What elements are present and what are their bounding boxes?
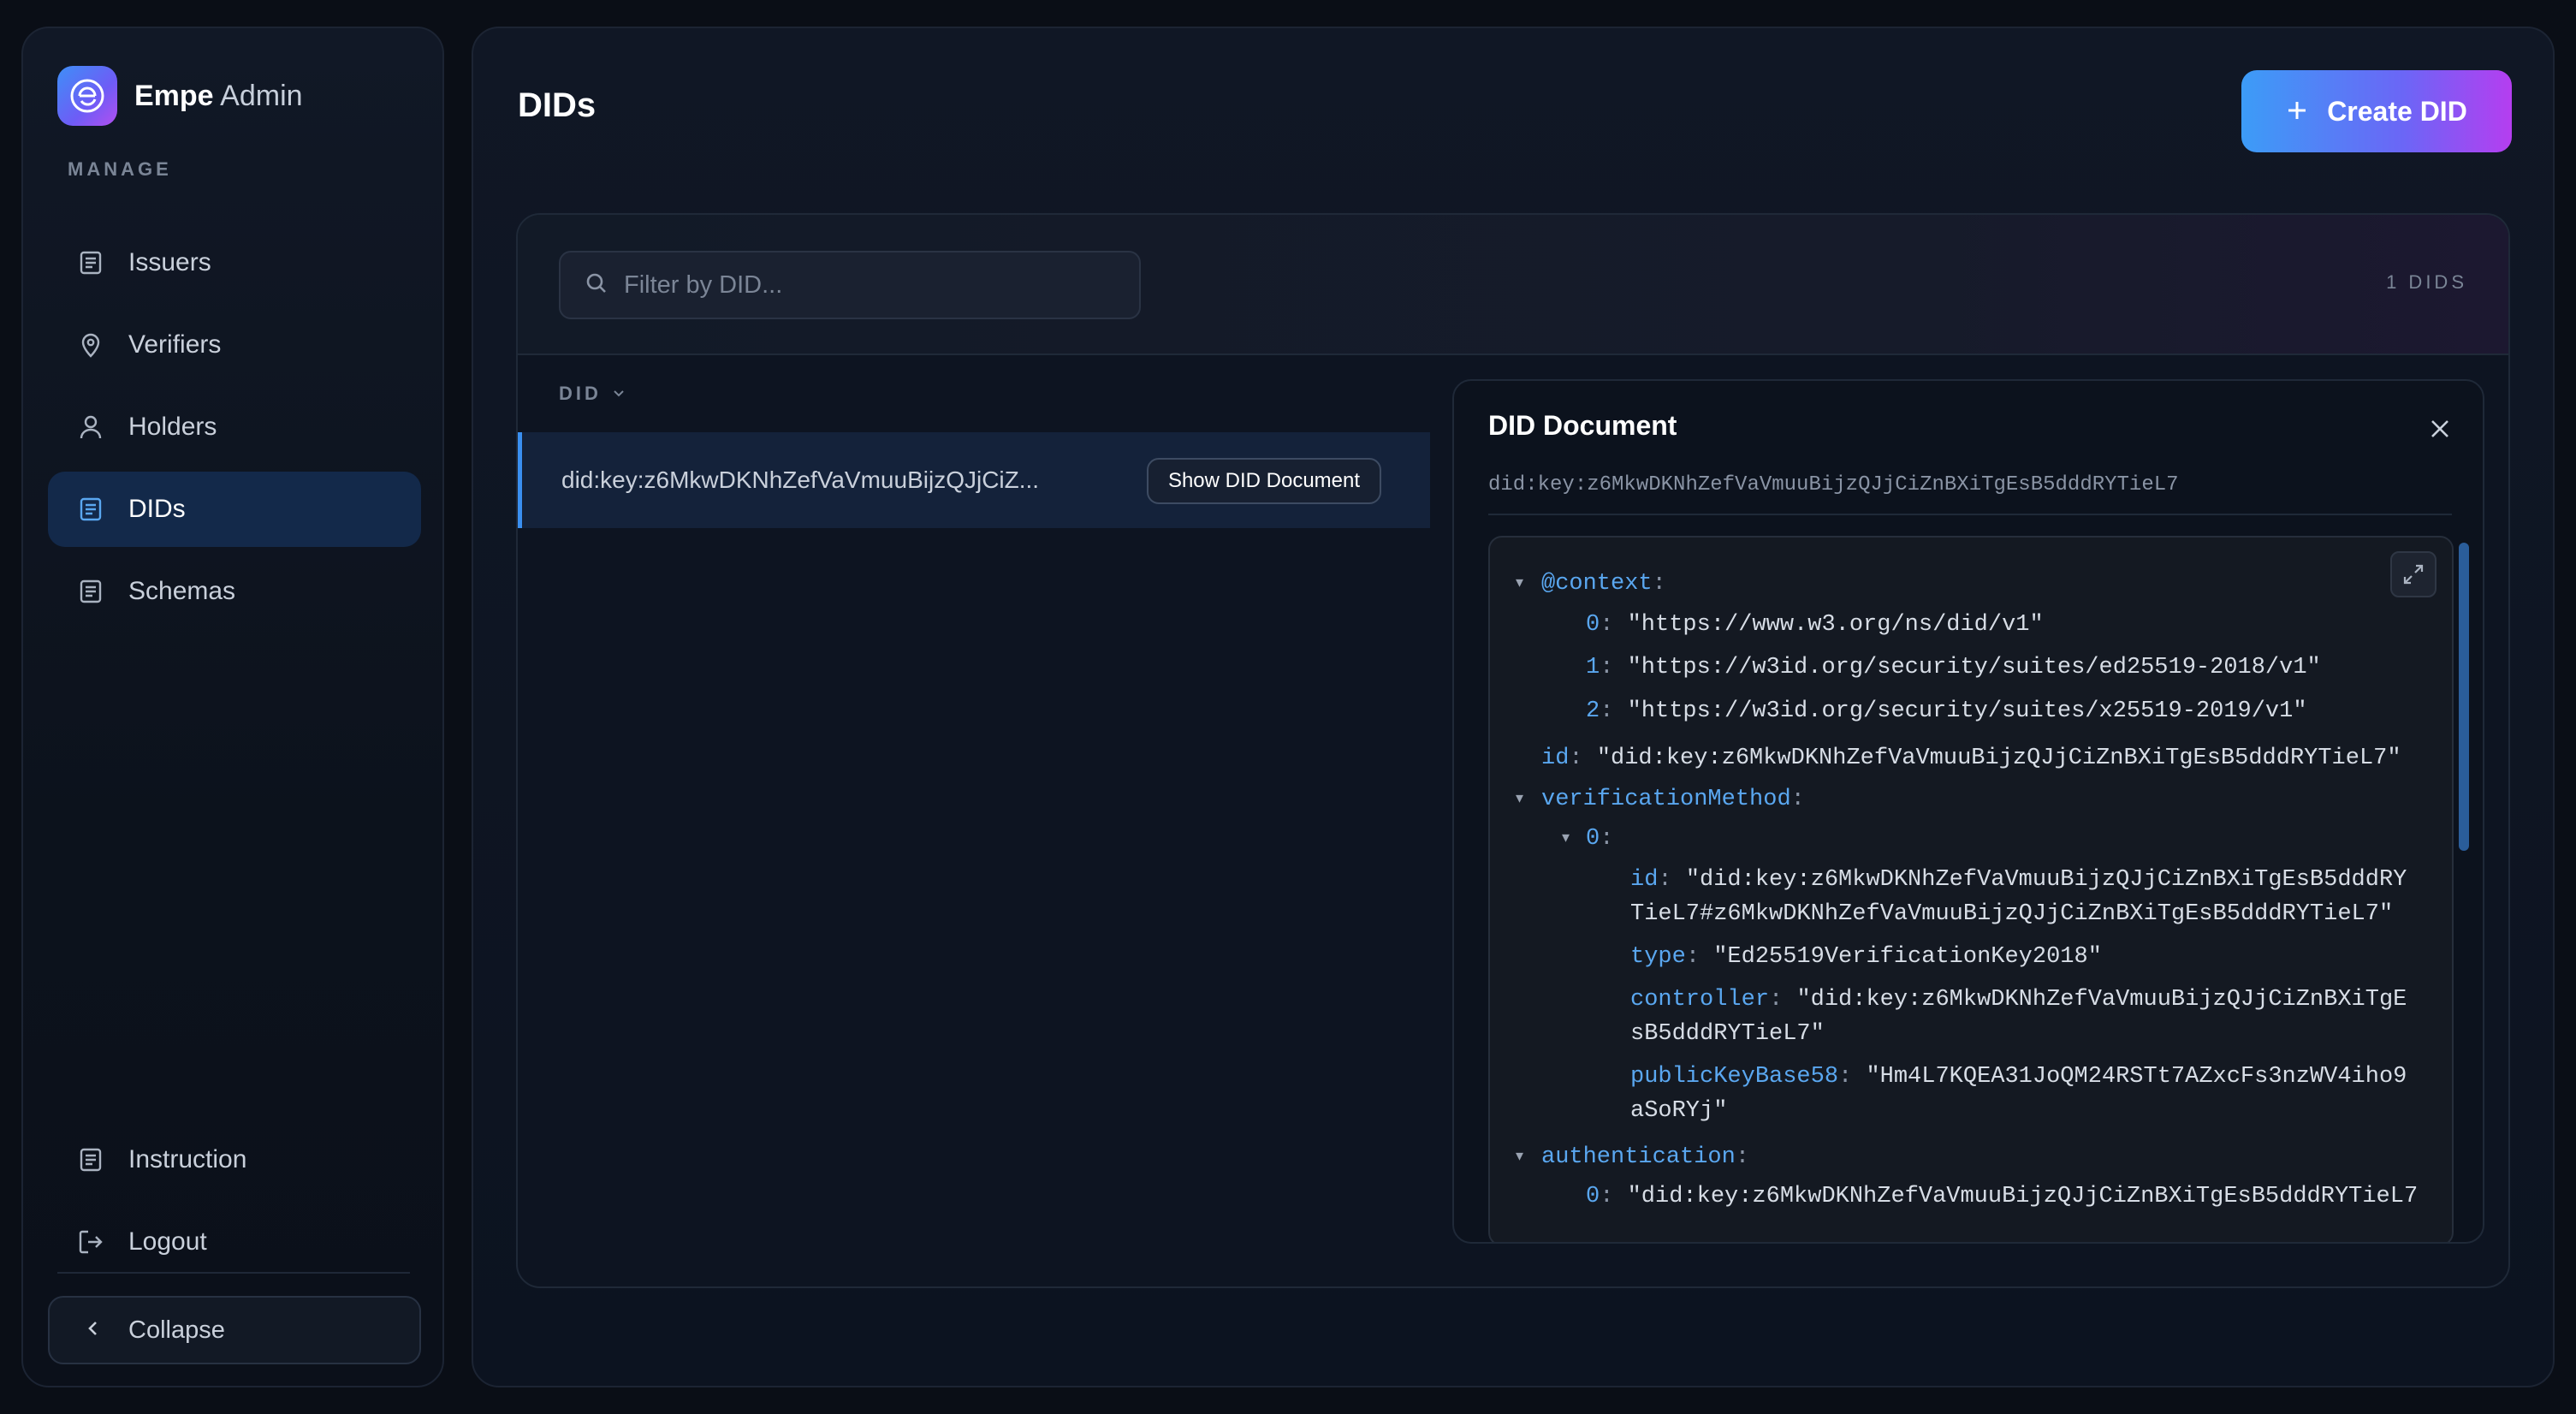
json-line: 0: "did:key:z6MkwDKNhZefVaVmuuBijzQJjCiZ…: [1586, 1184, 2419, 1209]
collapse-button[interactable]: Collapse: [48, 1296, 421, 1364]
create-did-button[interactable]: Create DID: [2241, 70, 2512, 152]
json-line: 0:: [1586, 826, 1614, 852]
sidebar-item-label: Holders: [128, 413, 217, 441]
sidebar-item-schemas[interactable]: Schemas: [48, 554, 421, 629]
panel-toolbar: 1 DIDS: [518, 215, 2508, 355]
scrollbar[interactable]: [2459, 536, 2469, 1242]
page-title: DIDs: [518, 86, 597, 124]
json-line: type: "Ed25519VerificationKey2018": [1630, 944, 2102, 970]
collapse-label: Collapse: [128, 1316, 225, 1344]
create-did-label: Create DID: [2327, 95, 2467, 127]
divider: [1488, 514, 2452, 515]
sidebar-item-logout[interactable]: Logout: [48, 1204, 421, 1280]
chevron-down-icon: [612, 383, 626, 405]
json-line: publicKeyBase58: "Hm4L7KQEA31JoQM24RSTt7…: [1630, 1064, 2407, 1090]
scrollbar-thumb[interactable]: [2459, 543, 2469, 851]
sidebar-item-label: Instruction: [128, 1145, 247, 1173]
did-document-panel: DID Document did:key:z6MkwDKNhZefVaVmuuB…: [1452, 379, 2484, 1244]
brand-name: Empe Admin: [134, 79, 303, 112]
column-header-did[interactable]: DID: [559, 383, 626, 405]
location-pin-icon: [74, 328, 108, 362]
show-did-document-button[interactable]: Show DID Document: [1147, 458, 1381, 504]
json-line: id: "did:key:z6MkwDKNhZefVaVmuuBijzQJjCi…: [1541, 746, 2401, 771]
collapse-triangle-icon[interactable]: ▾: [1562, 829, 1570, 847]
sidebar-item-verifiers[interactable]: Verifiers: [48, 307, 421, 383]
collapse-triangle-icon[interactable]: ▾: [1516, 789, 1523, 807]
json-line: controller: "did:key:z6MkwDKNhZefVaVmuuB…: [1630, 987, 2407, 1013]
document-list-icon: [74, 574, 108, 609]
json-line: TieL7#z6MkwDKNhZefVaVmuuBijzQJjCiZnBXiTg…: [1630, 901, 2394, 927]
search-input[interactable]: [624, 270, 1103, 300]
document-list-icon: [74, 492, 108, 526]
did-cell: did:key:z6MkwDKNhZefVaVmuuBijzQJjCiZ...: [561, 466, 1040, 493]
document-list-icon: [74, 1143, 108, 1177]
sidebar-item-dids[interactable]: DIDs: [48, 472, 421, 547]
json-line: id: "did:key:z6MkwDKNhZefVaVmuuBijzQJjCi…: [1630, 867, 2407, 893]
document-list-icon: [74, 246, 108, 280]
sidebar-item-label: Logout: [128, 1227, 207, 1256]
did-count: 1 DIDS: [2386, 271, 2467, 293]
logout-icon: [74, 1225, 108, 1259]
expand-icon[interactable]: [2390, 551, 2437, 597]
main-content: DIDs Create DID 1 DIDS DID did:key:z6Mkw…: [472, 27, 2555, 1387]
sidebar-item-label: Schemas: [128, 577, 236, 605]
json-line: 0: "https://www.w3.org/ns/did/v1": [1586, 612, 2044, 638]
sidebar: Empe Admin MANAGE Issuers Verifiers Hold…: [21, 27, 444, 1387]
did-document-title: DID Document: [1488, 410, 1677, 441]
search-box[interactable]: [559, 251, 1141, 319]
table-row[interactable]: did:key:z6MkwDKNhZefVaVmuuBijzQJjCiZ... …: [518, 432, 1430, 528]
search-icon: [585, 271, 608, 300]
json-line: authentication:: [1541, 1144, 1750, 1170]
collapse-triangle-icon[interactable]: ▾: [1516, 573, 1523, 591]
did-document-subtitle: did:key:z6MkwDKNhZefVaVmuuBijzQJjCiZnBXi…: [1488, 473, 2179, 496]
sidebar-item-label: Verifiers: [128, 330, 222, 359]
section-label-manage: MANAGE: [68, 158, 172, 180]
brand[interactable]: Empe Admin: [57, 66, 303, 126]
json-line: 2: "https://w3id.org/security/suites/x25…: [1586, 698, 2307, 724]
json-viewer[interactable]: ▾ @context: 0: "https://www.w3.org/ns/di…: [1488, 536, 2454, 1242]
sidebar-divider: [57, 1272, 410, 1274]
sidebar-item-label: DIDs: [128, 495, 186, 523]
sidebar-item-holders[interactable]: Holders: [48, 389, 421, 465]
collapse-triangle-icon[interactable]: ▾: [1516, 1147, 1523, 1165]
chevron-left-icon: [84, 1319, 103, 1342]
sidebar-item-label: Issuers: [128, 248, 211, 276]
sidebar-item-issuers[interactable]: Issuers: [48, 225, 421, 300]
dids-panel: 1 DIDS DID did:key:z6MkwDKNhZefVaVmuuBij…: [516, 213, 2510, 1288]
user-icon: [74, 410, 108, 444]
close-icon[interactable]: [2423, 412, 2457, 446]
json-line: @context:: [1541, 571, 1666, 597]
json-line: verificationMethod:: [1541, 787, 1805, 812]
json-line: sB5dddRYTieL7": [1630, 1021, 1825, 1047]
plus-icon: [2286, 95, 2308, 128]
sidebar-item-instruction[interactable]: Instruction: [48, 1122, 421, 1197]
json-line: 1: "https://w3id.org/security/suites/ed2…: [1586, 655, 2321, 680]
column-header-label: DID: [559, 383, 602, 404]
json-line: aSoRYj": [1630, 1098, 1728, 1124]
empe-logo-icon: [57, 66, 117, 126]
